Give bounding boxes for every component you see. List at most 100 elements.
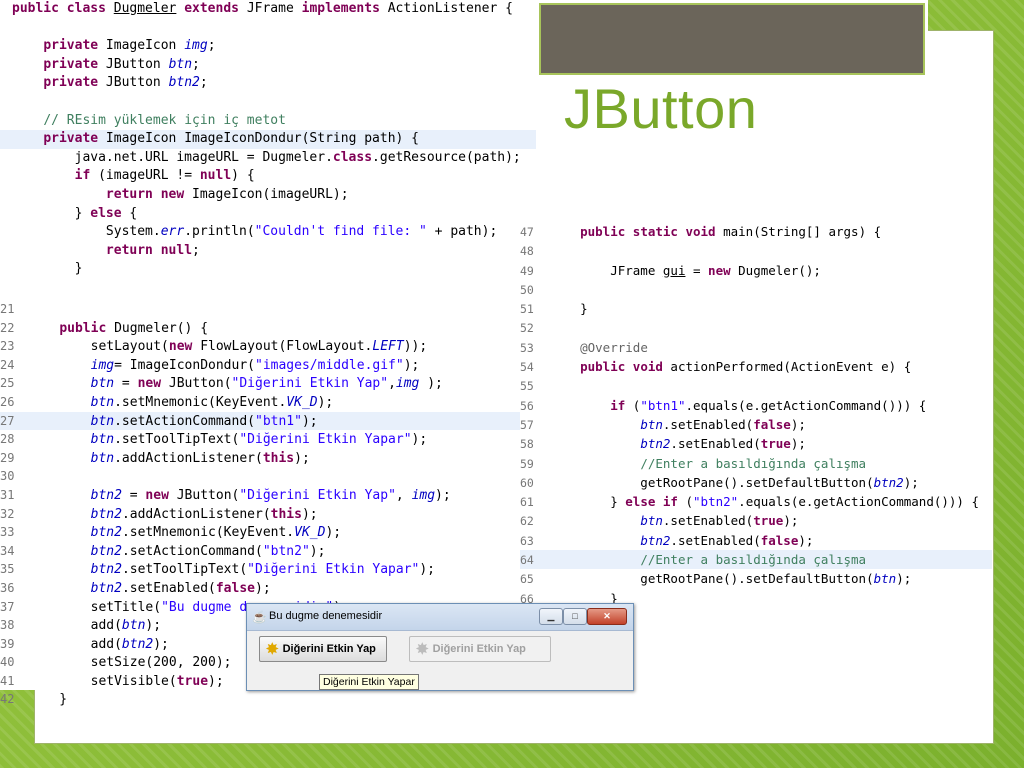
close-button[interactable]: ✕ <box>587 608 627 625</box>
code-text: getRootPane().setDefaultButton(btn); <box>550 571 912 587</box>
code-text: btn.setEnabled(false); <box>640 416 806 432</box>
code-text: private ImageIcon ImageIconDondur(String… <box>43 131 420 147</box>
line-number: 55 <box>520 379 534 394</box>
code-text: btn2.setToolTipText("Diğerini Etkin Yapa… <box>90 562 436 578</box>
code-line: 34 btn2.setActionCommand("btn2"); <box>0 542 520 561</box>
line-number: 28 <box>0 432 15 447</box>
code-line: 36 btn2.setEnabled(false); <box>0 579 520 598</box>
code-text: btn2.setEnabled(false); <box>90 580 271 596</box>
line-number: 24 <box>0 357 15 372</box>
code-line: 29 btn.addActionListener(this); <box>0 449 520 468</box>
line-number: 22 <box>0 320 15 335</box>
code-text: } <box>550 301 588 317</box>
code-line: } <box>0 260 536 279</box>
code-text: @Override <box>580 339 648 355</box>
code-text: JFrame gui = new Dugmeler(); <box>550 262 821 278</box>
code-line: 35 btn2.setToolTipText("Diğerini Etkin Y… <box>0 560 520 579</box>
line-number: 48 <box>520 244 534 259</box>
enable-other-button-2-disabled[interactable]: ✸ Diğerini Etkin Yap <box>409 636 551 662</box>
line-number: 57 <box>520 417 534 432</box>
line-number: 34 <box>0 543 15 558</box>
code-line: 58 btn2.setEnabled(true); <box>520 434 992 453</box>
line-number: 59 <box>520 456 534 471</box>
java-window: ☕ Bu dugme denemesidir ▁ □ ✕ ✸ Diğerini … <box>246 603 634 691</box>
line-number: 21 <box>0 302 15 316</box>
code-text: return new ImageIcon(imageURL); <box>105 186 349 202</box>
line-number: 56 <box>520 398 534 413</box>
line-number: 38 <box>0 618 15 633</box>
code-text: //Enter a basıldığında çalışma <box>640 455 867 471</box>
line-number: 65 <box>520 572 534 587</box>
code-text: btn.setEnabled(true); <box>640 513 799 529</box>
code-line: 22 public Dugmeler() { <box>0 319 520 338</box>
java-cup-icon: ☕ <box>252 610 267 624</box>
line-number: 40 <box>0 655 15 670</box>
code-text: add(btn); <box>28 618 162 634</box>
button-label: Diğerini Etkin Yap <box>282 643 376 655</box>
line-number: 23 <box>0 339 15 354</box>
line-number: 62 <box>520 514 534 529</box>
line-number: 33 <box>0 525 15 540</box>
code-line: 51 } <box>520 299 992 318</box>
line-number: 53 <box>520 340 534 355</box>
code-text: setLayout(new FlowLayout(FlowLayout.LEFT… <box>28 339 428 355</box>
enable-other-button-1[interactable]: ✸ Diğerini Etkin Yap <box>259 636 387 662</box>
slide-title: JButton <box>564 77 758 140</box>
code-text: btn.setActionCommand("btn1"); <box>90 413 318 429</box>
code-line: 52 <box>520 318 992 337</box>
code-text: btn2.setActionCommand("btn2"); <box>90 543 326 559</box>
code-text: setSize(200, 200); <box>28 655 232 671</box>
code-line: System.err.println("Couldn't find file: … <box>0 223 536 242</box>
line-number: 26 <box>0 394 15 409</box>
code-line: 47 public static void main(String[] args… <box>520 222 992 241</box>
line-number: 63 <box>520 533 534 548</box>
code-text: } <box>12 261 83 277</box>
line-number: 42 <box>0 692 15 707</box>
line-number: 52 <box>520 321 534 336</box>
window-title: Bu dugme denemesidir <box>269 610 383 622</box>
code-text: if (imageURL != null) { <box>74 168 255 184</box>
line-number: 35 <box>0 562 15 577</box>
code-line: 33 btn2.setMnemonic(KeyEvent.VK_D); <box>0 523 520 542</box>
code-line: java.net.URL imageURL = Dugmeler.class.g… <box>0 149 536 168</box>
code-line: 60 getRootPane().setDefaultButton(btn2); <box>520 473 992 492</box>
code-line: 42 } <box>0 690 520 709</box>
code-text: btn.setMnemonic(KeyEvent.VK_D); <box>90 394 334 410</box>
code-text: //Enter a basıldığında çalışma <box>640 552 867 568</box>
line-number: 47 <box>520 225 534 239</box>
code-line: 50 <box>520 280 992 299</box>
code-text: private ImageIcon img; <box>43 38 216 54</box>
burst-star-icon: ✸ <box>416 641 429 658</box>
code-line: 25 btn = new JButton("Diğerini Etkin Yap… <box>0 374 520 393</box>
line-number: 25 <box>0 376 15 391</box>
line-number: 36 <box>0 580 15 595</box>
code-line: private ImageIcon ImageIconDondur(String… <box>0 130 536 149</box>
code-line: private JButton btn2; <box>0 74 536 93</box>
code-text: getRootPane().setDefaultButton(btn2); <box>550 474 919 490</box>
line-number: 31 <box>0 487 15 502</box>
code-line: 32 btn2.addActionListener(this); <box>0 505 520 524</box>
code-line: private ImageIcon img; <box>0 37 536 56</box>
code-line: if (imageURL != null) { <box>0 167 536 186</box>
code-line: 57 btn.setEnabled(false); <box>520 415 992 434</box>
code-line: private JButton btn; <box>0 56 536 75</box>
code-text: img= ImageIconDondur("images/middle.gif"… <box>90 357 420 373</box>
line-number: 64 <box>520 553 534 568</box>
code-line: 31 btn2 = new JButton("Diğerini Etkin Ya… <box>0 486 520 505</box>
button-label: Diğerini Etkin Yap <box>432 643 526 655</box>
code-line: 62 btn.setEnabled(true); <box>520 511 992 530</box>
window-titlebar[interactable]: ☕ Bu dugme denemesidir ▁ □ ✕ <box>247 604 633 631</box>
code-text: } else if ("btn2".equals(e.getActionComm… <box>550 494 979 510</box>
code-text: btn2 = new JButton("Diğerini Etkin Yap",… <box>90 487 451 503</box>
minimize-button[interactable]: ▁ <box>539 608 563 625</box>
line-number: 39 <box>0 636 15 651</box>
code-line: 64 //Enter a basıldığında çalışma <box>520 550 992 570</box>
code-panel-class-header: public class Dugmeler extends JFrame imp… <box>0 0 536 314</box>
code-text: btn2.addActionListener(this); <box>90 506 318 522</box>
code-text: btn2.setEnabled(true); <box>640 436 806 452</box>
code-text: add(btn2); <box>28 636 169 652</box>
maximize-button[interactable]: □ <box>563 608 587 625</box>
code-line: 27 btn.setActionCommand("btn1"); <box>0 411 520 431</box>
code-line: 55 <box>520 376 992 395</box>
